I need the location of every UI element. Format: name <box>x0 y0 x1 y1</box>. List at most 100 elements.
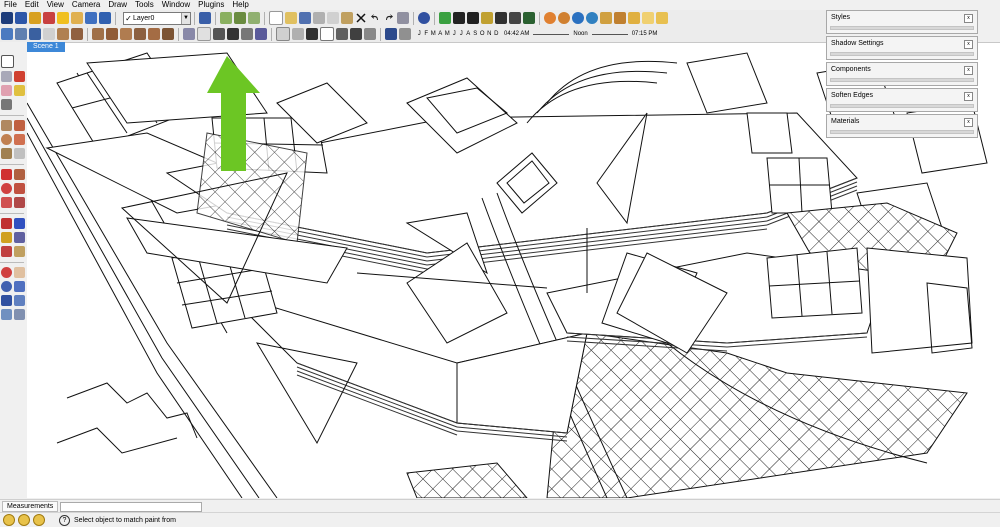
plugin-triangle-icon[interactable] <box>509 12 521 24</box>
axes-icon[interactable] <box>1 232 12 243</box>
share-model-icon[interactable] <box>558 12 570 24</box>
zoom-window-icon[interactable] <box>14 281 25 292</box>
rotate-icon[interactable] <box>1 183 12 194</box>
close-icon[interactable]: x <box>964 92 973 101</box>
erase-icon[interactable] <box>355 12 367 24</box>
terrain-icon[interactable] <box>336 28 348 40</box>
light-icon[interactable] <box>642 12 654 24</box>
walk-icon[interactable] <box>350 28 362 40</box>
month-label[interactable]: J <box>451 31 458 37</box>
month-label[interactable]: M <box>430 31 437 37</box>
earth-icon[interactable] <box>586 12 598 24</box>
plugin-black-icon[interactable] <box>453 12 465 24</box>
month-label[interactable]: J <box>416 31 423 37</box>
eraser-icon[interactable] <box>1 85 12 96</box>
close-icon[interactable]: x <box>964 14 973 23</box>
move-icon[interactable] <box>1 169 12 180</box>
open-file-icon[interactable] <box>285 12 297 24</box>
line-pencil-icon[interactable] <box>14 120 25 131</box>
view-front-icon[interactable] <box>213 28 225 40</box>
credits-icon[interactable] <box>18 514 30 526</box>
zoom-icon[interactable] <box>1 281 12 292</box>
paste-icon[interactable] <box>341 12 353 24</box>
walk-tool-icon[interactable] <box>14 246 25 257</box>
redo-icon[interactable] <box>383 12 395 24</box>
month-label[interactable]: O <box>479 31 486 37</box>
model-info-globe-icon[interactable] <box>418 12 430 24</box>
get-models-icon[interactable] <box>572 12 584 24</box>
cut-icon[interactable] <box>313 12 325 24</box>
copy-icon[interactable] <box>327 12 339 24</box>
close-icon[interactable]: x <box>964 66 973 75</box>
menu-camera[interactable]: Camera <box>68 0 104 10</box>
month-label[interactable]: J <box>458 31 465 37</box>
user-icon[interactable] <box>33 514 45 526</box>
plugin-gold-icon[interactable] <box>481 12 493 24</box>
scene-icon[interactable] <box>364 28 376 40</box>
smoove-icon[interactable] <box>248 12 260 24</box>
menu-draw[interactable]: Draw <box>104 0 131 10</box>
circle-icon[interactable] <box>1 134 12 145</box>
arc-icon[interactable] <box>14 134 25 145</box>
style-xray-icon[interactable] <box>1 28 13 40</box>
box-iso-icon[interactable] <box>134 28 146 40</box>
box-back-icon[interactable] <box>148 28 160 40</box>
help-icon[interactable]: ? <box>59 514 70 526</box>
plugin-x-icon[interactable] <box>467 12 479 24</box>
fog-icon[interactable] <box>43 12 55 24</box>
section-tool-icon[interactable] <box>14 232 25 243</box>
undo-icon[interactable] <box>369 12 381 24</box>
shadow-time-slider-end[interactable] <box>591 33 628 35</box>
month-label[interactable]: A <box>437 31 444 37</box>
3d-text-icon[interactable] <box>1 246 12 257</box>
tray-resize-bar[interactable] <box>830 78 974 82</box>
tape-measure-icon[interactable] <box>14 85 25 96</box>
geo-location-icon[interactable] <box>3 514 15 526</box>
sun-icon[interactable] <box>57 12 69 24</box>
view-back-icon[interactable] <box>241 28 253 40</box>
box-front-icon[interactable] <box>92 28 104 40</box>
month-label[interactable]: M <box>444 31 451 37</box>
style-textured-icon[interactable] <box>71 28 83 40</box>
sandbox-from-scratch-icon[interactable] <box>234 12 246 24</box>
tray-resize-bar[interactable] <box>830 52 974 56</box>
print-icon[interactable] <box>397 12 409 24</box>
view-top-icon[interactable] <box>197 27 211 41</box>
tray-soften-edges[interactable]: Soften Edges x <box>826 88 978 112</box>
tray-materials[interactable]: Materials x <box>826 114 978 138</box>
menu-file[interactable]: File <box>0 0 21 10</box>
style-wireframe-icon[interactable] <box>29 28 41 40</box>
style-shaded-icon[interactable] <box>57 28 69 40</box>
section-plane-icon[interactable] <box>276 27 290 41</box>
menu-help[interactable]: Help <box>228 0 252 10</box>
layers-icon[interactable] <box>15 12 27 24</box>
push-pull-icon[interactable] <box>14 169 25 180</box>
layer-dropdown[interactable]: ✓ Layer0 ▼ <box>123 11 191 25</box>
view-right-icon[interactable] <box>227 28 239 40</box>
new-file-icon[interactable] <box>269 11 283 25</box>
box-top-icon[interactable] <box>120 28 132 40</box>
measurements-input[interactable] <box>60 501 203 512</box>
house-icon[interactable] <box>320 27 334 41</box>
paint-bucket-icon[interactable] <box>14 71 25 82</box>
save-file-icon[interactable] <box>299 12 311 24</box>
share-component-icon[interactable] <box>600 12 612 24</box>
rectangle-icon[interactable] <box>1 120 12 131</box>
freehand-icon[interactable] <box>14 148 25 159</box>
shadow-toggle-icon[interactable] <box>385 28 397 40</box>
scene-tab[interactable]: Scene 1 <box>27 42 65 52</box>
month-label[interactable]: N <box>486 31 493 37</box>
menu-tools[interactable]: Tools <box>131 0 158 10</box>
select-arrow-icon[interactable] <box>1 55 14 68</box>
shadow-time-slider[interactable] <box>533 33 570 35</box>
protractor-icon[interactable] <box>14 218 25 229</box>
look-around-icon[interactable] <box>14 309 25 320</box>
close-icon[interactable]: x <box>964 118 973 127</box>
dimension-icon[interactable] <box>1 218 12 229</box>
model-info-icon[interactable] <box>1 12 13 24</box>
spotlight-icon[interactable] <box>656 12 668 24</box>
month-label[interactable]: S <box>472 31 479 37</box>
month-label[interactable]: D <box>493 31 500 37</box>
tray-shadow-settings[interactable]: Shadow Settings x <box>826 36 978 60</box>
orbit-icon[interactable] <box>1 267 12 278</box>
